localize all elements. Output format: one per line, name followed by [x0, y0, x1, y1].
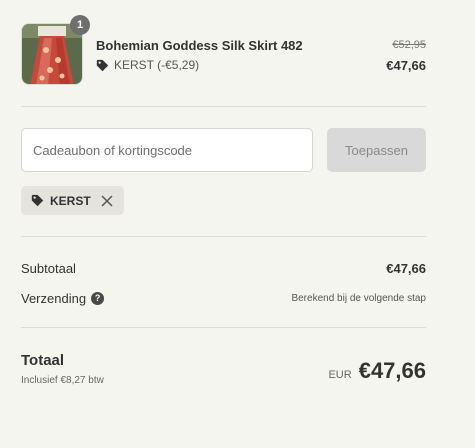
applied-code-chip: KERST	[21, 186, 124, 215]
tax-note: Inclusief €8,27 btw	[21, 375, 104, 386]
applied-code-label: KERST	[50, 193, 91, 208]
currency-code: EUR	[328, 369, 352, 381]
total-label: Totaal	[21, 352, 65, 369]
divider	[21, 106, 426, 107]
shipping-label: Verzending ?	[21, 291, 105, 306]
discount-code-input[interactable]	[21, 128, 313, 172]
subtotal-value: €47,66	[386, 261, 426, 276]
grand-total: €47,66	[358, 358, 426, 383]
line-item: 1 Bohemian Goddess Silk Skirt 482 KERST …	[21, 15, 426, 85]
shipping-value: Berekend bij de volgende stap	[291, 293, 426, 304]
product-name: Bohemian Goddess Silk Skirt 482	[96, 38, 303, 53]
subtotal-label-text: Subtotaal	[21, 261, 76, 276]
apply-button[interactable]: Toepassen	[327, 128, 426, 172]
shipping-label-text: Verzending	[21, 291, 87, 306]
divider	[21, 327, 426, 328]
final-price: €47,66	[386, 58, 426, 73]
close-icon[interactable]	[100, 194, 114, 208]
subtotal-label: Subtotaal	[21, 261, 76, 276]
question-icon[interactable]: ?	[91, 292, 105, 305]
tag-icon	[31, 194, 44, 207]
discount-label: KERST (-€5,29)	[114, 58, 200, 72]
total-amount: EUR €47,66	[328, 358, 426, 384]
tag-icon	[96, 59, 109, 71]
divider	[21, 236, 426, 237]
line-discount: KERST (-€5,29)	[96, 58, 199, 72]
original-price: €52,95	[392, 39, 426, 51]
quantity-badge: 1	[70, 15, 90, 35]
